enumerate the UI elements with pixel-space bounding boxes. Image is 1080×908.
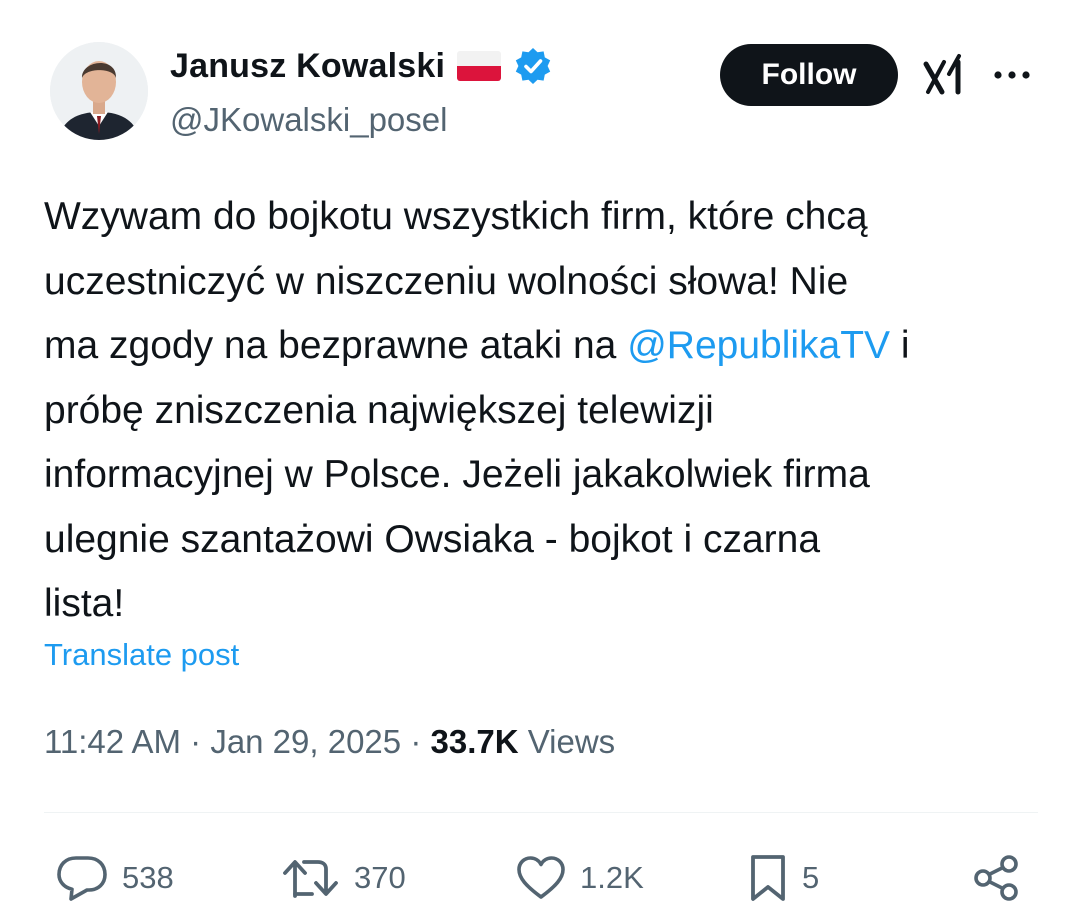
follow-button[interactable]: Follow [720, 44, 898, 106]
reply-count: 538 [122, 860, 174, 895]
divider [44, 812, 1038, 813]
heart-icon [516, 855, 566, 901]
author-handle[interactable]: @JKowalski_posel [170, 101, 447, 139]
verified-badge-icon[interactable] [513, 46, 553, 86]
views-label: Views [518, 723, 616, 760]
tweet-line-with-mention: ma zgody na bezprawne ataki na @Republik… [44, 314, 1044, 379]
translate-post-link[interactable]: Translate post [44, 637, 239, 673]
avatar-image [50, 42, 148, 140]
views-count[interactable]: 33.7K [430, 723, 518, 760]
meta-separator: · [180, 723, 211, 760]
tweet-metadata: 11:42 AM · Jan 29, 2025 · 33.7K Views [44, 723, 615, 761]
post-date[interactable]: Jan 29, 2025 [210, 723, 401, 760]
share-button[interactable] [972, 848, 1022, 908]
tweet-line: ulegnie szantażowi Owsiaka - bojkot i cz… [44, 517, 821, 561]
repost-icon [282, 854, 340, 902]
bookmark-icon [748, 853, 788, 903]
tweet-text: Wzywam do bojkotu wszystkich firm, które… [44, 185, 1044, 637]
avatar[interactable] [50, 42, 148, 140]
share-icon [972, 853, 1022, 903]
reply-button[interactable]: 538 [56, 848, 174, 908]
meta-separator: · [401, 723, 431, 760]
tweet-line: próbę zniszczenia największej telewizji [44, 388, 714, 432]
tweet-line: uczestniczyć w niszczeniu wolności słowa… [44, 259, 849, 303]
tweet-line: informacyjnej w Polsce. Jeżeli jakakolwi… [44, 453, 870, 496]
more-options-icon[interactable] [990, 60, 1034, 90]
bookmark-button[interactable]: 5 [748, 848, 819, 908]
reply-icon [56, 854, 108, 902]
tweet-line: Wzywam do bojkotu wszystkich firm, które… [44, 195, 868, 238]
author-name-row: Janusz Kowalski [170, 46, 553, 86]
poland-flag-icon [457, 51, 502, 81]
tweet-line-part: i [890, 324, 910, 367]
tweet-line: lista! [44, 582, 125, 625]
repost-button[interactable]: 370 [282, 848, 406, 908]
mention-link[interactable]: @RepublikaTV [627, 324, 890, 367]
like-count: 1.2K [580, 860, 644, 895]
repost-count: 370 [354, 860, 406, 895]
tweet-line-part: ma zgody na bezprawne ataki na [44, 324, 628, 367]
grok-icon[interactable] [922, 52, 966, 96]
author-display-name[interactable]: Janusz Kowalski [170, 47, 445, 86]
bookmark-count: 5 [802, 860, 820, 895]
like-button[interactable]: 1.2K [516, 848, 644, 908]
post-time[interactable]: 11:42 AM [44, 723, 181, 760]
